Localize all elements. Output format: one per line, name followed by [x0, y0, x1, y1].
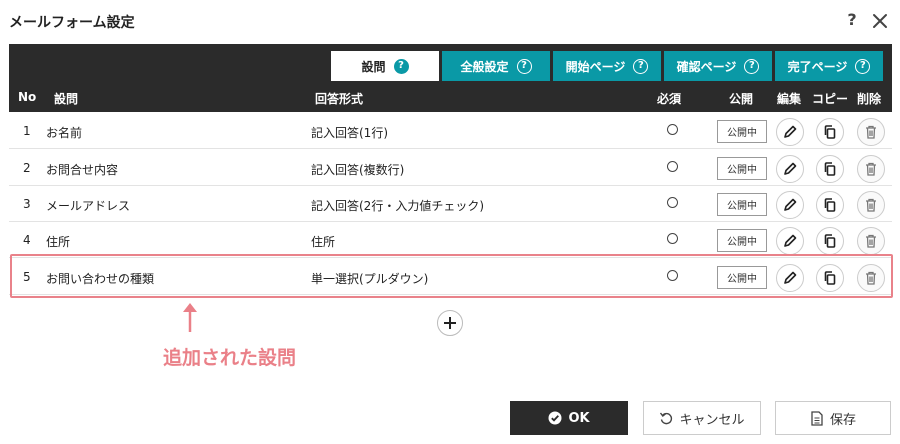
tab-label: 設問 [361, 59, 386, 74]
header-question: 設問 [54, 92, 79, 106]
required-radio[interactable] [667, 197, 678, 208]
public-status-button[interactable]: 公開中 [717, 120, 767, 143]
row-no: 2 [23, 161, 31, 175]
copy-icon[interactable] [816, 155, 844, 183]
edit-pencil-icon[interactable] [776, 191, 804, 219]
question-circle-icon: ? [516, 58, 532, 74]
copy-icon[interactable] [816, 118, 844, 146]
tab-questions[interactable]: 設問? [331, 51, 439, 81]
header-required: 必須 [657, 92, 682, 106]
cancel-label: キャンセル [679, 412, 745, 428]
edit-pencil-icon[interactable] [776, 118, 804, 146]
annotation-label: 追加された設問 [163, 347, 297, 369]
dialog-title: メールフォーム設定 [9, 15, 135, 31]
row-answer-type: 住所 [311, 235, 336, 249]
header-edit: 編集 [777, 92, 802, 106]
row-answer-type: 記入回答(2行・入力値チェック) [311, 199, 484, 213]
copy-icon[interactable] [816, 227, 844, 255]
save-button[interactable]: 保存 [775, 401, 891, 435]
annotation-arrow-icon [180, 300, 200, 338]
required-radio[interactable] [667, 161, 678, 172]
mail-form-settings-dialog: メールフォーム設定 ? 設問? 全般設定? 開始ページ? 確認ページ? 完了ペー… [0, 0, 900, 444]
tab-confirm-page[interactable]: 確認ページ? [664, 51, 772, 81]
header-public: 公開 [729, 92, 754, 106]
question-circle-icon: ? [393, 58, 409, 74]
question-circle-icon: ? [855, 58, 871, 74]
tab-label: 確認ページ [676, 59, 737, 74]
row-answer-type: 記入回答(1行) [311, 126, 388, 140]
edit-pencil-icon[interactable] [776, 155, 804, 183]
row-no: 1 [23, 124, 31, 138]
required-radio[interactable] [667, 233, 678, 244]
copy-icon[interactable] [816, 191, 844, 219]
tab-complete-page[interactable]: 完了ページ? [775, 51, 883, 81]
trash-icon[interactable] [857, 118, 885, 146]
header-no: No [18, 90, 37, 104]
required-radio[interactable] [667, 124, 678, 135]
cancel-button[interactable]: キャンセル [643, 401, 761, 435]
row-answer-type: 記入回答(複数行) [311, 163, 405, 177]
public-status-button[interactable]: 公開中 [717, 193, 767, 216]
new-question-highlight [10, 254, 893, 298]
row-question: 住所 [46, 235, 71, 249]
row-no: 3 [23, 197, 31, 211]
edit-pencil-icon[interactable] [776, 227, 804, 255]
trash-icon[interactable] [857, 191, 885, 219]
add-question-plus-icon[interactable] [437, 310, 463, 336]
tab-general-settings[interactable]: 全般設定? [442, 51, 550, 81]
table-row: 3 メールアドレス 記入回答(2行・入力値チェック) 公開中 [9, 185, 892, 222]
table-row: 2 お問合せ内容 記入回答(複数行) 公開中 [9, 149, 892, 186]
check-circle-icon [548, 411, 562, 425]
table-row: 4 住所 住所 公開中 [9, 221, 892, 258]
public-status-button[interactable]: 公開中 [717, 157, 767, 180]
row-no: 4 [23, 233, 31, 247]
undo-icon [660, 412, 673, 425]
ok-button[interactable]: OK [510, 401, 628, 435]
ok-label: OK [568, 410, 590, 426]
tab-label: 開始ページ [565, 59, 626, 74]
row-question: お名前 [46, 126, 83, 140]
tab-label: 完了ページ [787, 59, 848, 74]
row-question: お問合せ内容 [46, 163, 119, 177]
document-icon [811, 410, 823, 426]
save-label: 保存 [829, 412, 856, 428]
tab-bar: 設問? 全般設定? 開始ページ? 確認ページ? 完了ページ? [331, 51, 883, 81]
close-icon[interactable] [870, 11, 890, 31]
row-question: メールアドレス [46, 199, 131, 213]
header-delete: 削除 [857, 92, 882, 106]
tab-label: 全般設定 [460, 59, 509, 74]
trash-icon[interactable] [857, 227, 885, 255]
question-circle-icon: ? [744, 58, 760, 74]
public-status-button[interactable]: 公開中 [717, 229, 767, 252]
table-header: No 設問 回答形式 必須 公開 編集 コピー 削除 [9, 82, 892, 112]
header-copy: コピー [812, 92, 849, 106]
help-icon[interactable]: ? [843, 10, 861, 30]
header-answer-type: 回答形式 [315, 92, 364, 106]
trash-icon[interactable] [857, 155, 885, 183]
question-circle-icon: ? [633, 58, 649, 74]
tab-start-page[interactable]: 開始ページ? [553, 51, 661, 81]
table-row: 1 お名前 記入回答(1行) 公開中 [9, 112, 892, 149]
